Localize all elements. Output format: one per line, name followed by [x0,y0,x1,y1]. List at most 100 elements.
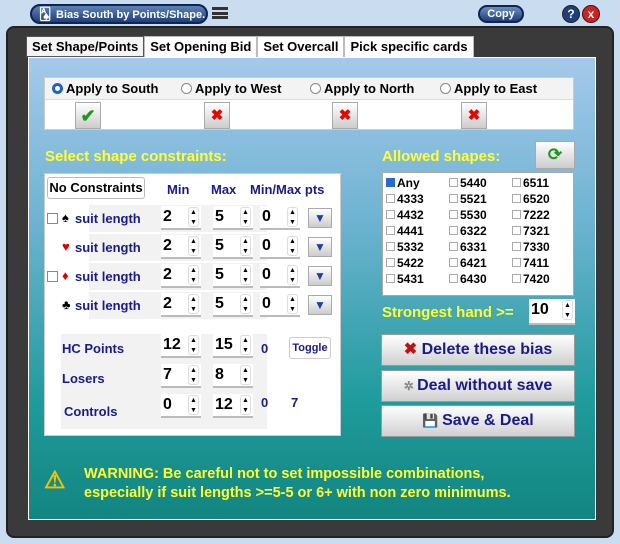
suit-checkbox[interactable] [47,213,58,224]
shape-checkbox[interactable] [512,242,521,251]
strongest-spinner[interactable]: 10 ▲ ▼ [529,299,575,325]
shape-option[interactable]: 7411 [512,255,549,270]
tab-set-opening-bid[interactable]: Set Opening Bid [144,36,258,57]
suit-pts-spinner[interactable]: 0 ▲ ▼ [260,235,300,259]
controls-label: Controls [64,404,118,419]
tab-set-shape-points[interactable]: Set Shape/Points [26,36,145,57]
shape-option[interactable]: 6331 [449,239,487,254]
window-title: 🂡 Bias South by Points/Shape. [30,4,208,24]
suit-min-spinner[interactable]: 2 ▲ ▼ [161,206,201,230]
x-icon: ✖ [210,107,224,124]
shape-checkbox[interactable] [386,194,395,203]
suit-min-spinner[interactable]: 2 ▲ ▼ [161,235,201,259]
suit-max-spinner[interactable]: 5 ▲ ▼ [213,206,253,230]
shape-option[interactable]: 4333 [386,191,424,206]
suit-max-spinner[interactable]: 5 ▲ ▼ [213,264,253,288]
controls-value-2: 7 [291,395,299,410]
suit-length-label: suit length [75,298,141,313]
shape-checkbox[interactable] [449,194,458,203]
shape-option[interactable]: 6430 [449,271,487,286]
suit-max-spinner[interactable]: 5 ▲ ▼ [213,293,253,317]
shapes-title: Allowed shapes: [382,148,501,165]
shape-option[interactable]: 4441 [386,223,424,238]
shape-checkbox[interactable] [449,226,458,235]
hcp-min-spinner[interactable]: 12 ▲ ▼ [161,334,201,358]
deal-without-save-button[interactable]: ✲ Deal without save [381,370,575,402]
suit-length-label: suit length [75,269,141,284]
suit-pts-spinner[interactable]: 0 ▲ ▼ [260,206,300,230]
shape-checkbox[interactable] [449,274,458,283]
suit-min-spinner[interactable]: 2 ▲ ▼ [161,293,201,317]
shape-checkbox[interactable] [512,178,521,187]
losers-min-spinner[interactable]: 7 ▲ ▼ [161,364,201,388]
tab-pick-specific-cards[interactable]: Pick specific cards [344,36,474,57]
suit-dropdown-button[interactable]: ▼ [308,237,332,257]
menu-icon[interactable] [212,7,228,19]
shape-option[interactable]: 7420 [512,271,550,286]
shape-option[interactable]: 5332 [386,239,424,254]
east-x-button[interactable]: ✖ [461,102,487,129]
shape-option[interactable]: 5521 [449,191,487,206]
shape-option[interactable]: Any [386,175,420,190]
west-x-button[interactable]: ✖ [204,102,230,129]
suit-max-spinner[interactable]: 5 ▲ ▼ [213,235,253,259]
shape-checkbox[interactable] [512,274,521,283]
shape-checkbox[interactable] [386,226,395,235]
shape-option[interactable]: 5440 [449,175,487,190]
no-constraints-button[interactable]: No Constraints [47,177,145,199]
shape-checkbox[interactable] [386,258,395,267]
shape-checkbox[interactable] [512,258,521,267]
constraints-box: No Constraints Min Max Min/Max pts ♠ suit… [44,173,341,436]
shape-option[interactable]: 7321 [512,223,550,238]
south-check-button[interactable]: ✔ [75,102,101,129]
refresh-button[interactable]: ⟳ [535,141,575,169]
tab-set-overcall[interactable]: Set Overcall [257,36,345,57]
shape-checkbox[interactable] [386,242,395,251]
suit-pts-spinner[interactable]: 0 ▲ ▼ [260,264,300,288]
delete-bias-button[interactable]: ✖ Delete these bias [381,334,575,366]
suit-dropdown-button[interactable]: ▼ [308,266,332,286]
shape-option[interactable]: 5431 [386,271,424,286]
help-button[interactable]: ? [562,5,580,23]
radio-apply-north[interactable]: Apply to North [310,81,414,96]
toggle-button[interactable]: Toggle [289,337,331,359]
shape-option[interactable]: 6511 [512,175,549,190]
hcp-max-spinner[interactable]: 15 ▲ ▼ [213,334,253,358]
shape-option[interactable]: 6322 [449,223,487,238]
close-button[interactable]: x [582,5,600,23]
controls-max-spinner[interactable]: 12 ▲ ▼ [213,394,253,418]
shape-checkbox[interactable] [386,178,395,187]
shape-option[interactable]: 5422 [386,255,424,270]
shape-checkbox[interactable] [512,226,521,235]
shape-checkbox[interactable] [386,210,395,219]
suit-checkbox[interactable] [47,271,58,282]
shape-checkbox[interactable] [449,242,458,251]
shape-checkbox[interactable] [386,274,395,283]
shape-option[interactable]: 6520 [512,191,550,206]
copy-button[interactable]: Copy [478,5,524,23]
shape-checkbox[interactable] [449,178,458,187]
suit-min-spinner[interactable]: 2 ▲ ▼ [161,264,201,288]
shape-option[interactable]: 4432 [386,207,424,222]
shape-option[interactable]: 5530 [449,207,487,222]
shape-checkbox[interactable] [512,210,521,219]
radio-apply-east[interactable]: Apply to East [440,81,537,96]
suit-dropdown-button[interactable]: ▼ [308,295,332,315]
suit-dropdown-button[interactable]: ▼ [308,208,332,228]
losers-max-spinner[interactable]: 8 ▲ ▼ [213,364,253,388]
shape-checkbox[interactable] [512,194,521,203]
chevron-down-icon: ▼ [314,240,326,254]
shape-option[interactable]: 7330 [512,239,550,254]
save-deal-button[interactable]: 💾 Save & Deal [381,405,575,437]
radio-apply-west[interactable]: Apply to West [181,81,281,96]
radio-apply-south[interactable]: Apply to South [52,81,158,96]
check-icon: ✔ [80,106,96,126]
north-x-button[interactable]: ✖ [332,102,358,129]
shape-option[interactable]: 6421 [449,255,487,270]
chevron-down-icon: ▼ [314,269,326,283]
shape-checkbox[interactable] [449,258,458,267]
shape-option[interactable]: 7222 [512,207,550,222]
suit-pts-spinner[interactable]: 0 ▲ ▼ [260,293,300,317]
shape-checkbox[interactable] [449,210,458,219]
controls-min-spinner[interactable]: 0 ▲ ▼ [161,394,201,418]
